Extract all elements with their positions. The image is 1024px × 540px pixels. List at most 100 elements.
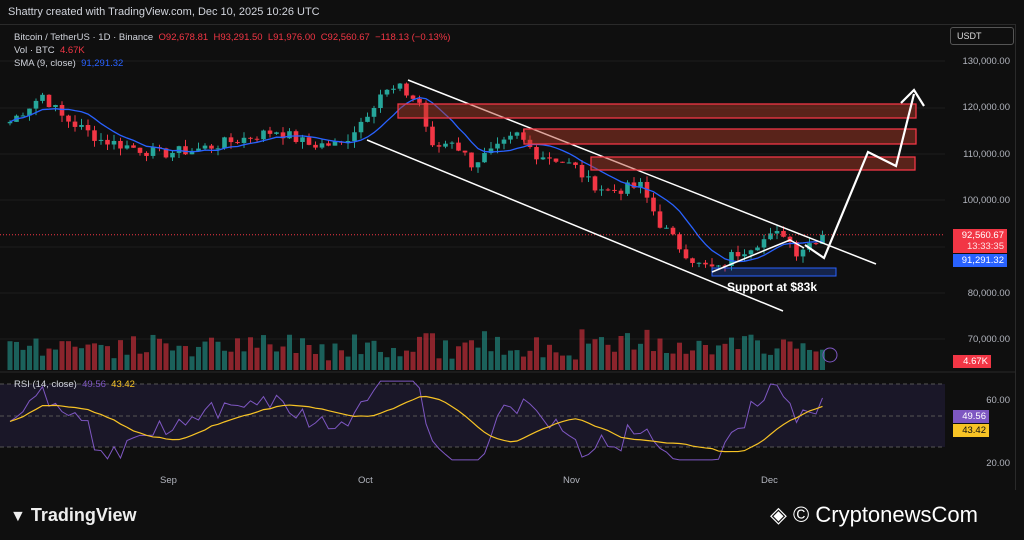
candle [124, 145, 130, 149]
volume-bar [534, 337, 539, 370]
volume-bar [521, 356, 526, 370]
candle [735, 252, 741, 257]
candle [495, 143, 500, 149]
candle [365, 116, 370, 122]
candle [300, 137, 305, 142]
candle [657, 211, 663, 228]
candle [599, 189, 604, 191]
candle [774, 231, 780, 234]
volume-bar [358, 354, 364, 370]
volume-bar [79, 348, 84, 370]
volume-bar [293, 352, 299, 370]
volume-bar [332, 343, 338, 370]
volume-bar [345, 356, 351, 370]
volume-bar [462, 342, 468, 370]
candle [332, 141, 338, 146]
volume-bar [794, 348, 799, 370]
volume-bar [443, 340, 448, 370]
volume-bar [657, 338, 663, 370]
candle [677, 234, 682, 250]
candle [20, 115, 26, 117]
volume-bar [423, 333, 429, 370]
candle [696, 262, 702, 264]
volume-bar [690, 350, 695, 370]
tradingview-logo: ▼ TradingView [10, 505, 137, 525]
candle [274, 132, 279, 134]
volume-bar [501, 354, 507, 370]
support-annotation[interactable]: Support at $83k [727, 280, 817, 294]
sma-label[interactable]: SMA (9, close) [14, 58, 76, 69]
candle [742, 254, 747, 257]
volume-bar [495, 336, 500, 370]
volume-bar [176, 345, 182, 370]
volume-bar [482, 331, 487, 370]
candle [560, 161, 565, 163]
candle [352, 132, 357, 142]
time-tick: Nov [563, 475, 580, 486]
candle [105, 139, 110, 145]
candle [261, 130, 266, 140]
volume-bar [98, 344, 104, 370]
price-chart[interactable] [0, 0, 1024, 540]
volume-bar [618, 335, 624, 370]
volume-bar [670, 353, 676, 370]
volume-bar [274, 351, 279, 370]
volume-bar [625, 333, 630, 370]
volume-bar [638, 343, 643, 370]
volume-bar [59, 341, 65, 370]
volume-bar [313, 353, 318, 370]
symbol-name[interactable]: Bitcoin / TetherUS · 1D · Binance [14, 32, 153, 43]
volume-bar [215, 341, 221, 370]
candle [92, 130, 97, 141]
ohlc-change: −118.13 (−0.13%) [375, 32, 451, 43]
volume-bar [365, 342, 370, 370]
candle [761, 239, 767, 248]
rsi-legend[interactable]: RSI (14, close) 49.56 43.42 [14, 379, 135, 390]
sma-price-tag: 91,291.32 [953, 254, 1007, 267]
price-tick: 120,000.00 [962, 102, 1010, 113]
candle [534, 146, 539, 160]
candle [228, 137, 234, 143]
volume-bar [508, 350, 513, 370]
candle [618, 190, 624, 194]
volume-bar [547, 344, 552, 370]
volume-bar [339, 350, 344, 370]
volume-bar [456, 346, 461, 370]
candle [469, 152, 474, 168]
candle [397, 83, 403, 89]
candle [111, 140, 117, 145]
candle [508, 135, 513, 140]
candle [59, 105, 65, 116]
candle [150, 147, 156, 156]
volume-bar [735, 349, 741, 370]
volume-bar [306, 344, 312, 370]
volume-bar [436, 358, 442, 370]
volume-bar [579, 329, 585, 370]
candle [670, 227, 676, 235]
candle [501, 139, 507, 144]
volume-bar [209, 337, 214, 370]
candle [209, 145, 214, 149]
ohlc-open: O92,678.81 [158, 32, 209, 43]
support-zone [711, 267, 837, 277]
volume-label[interactable]: Vol · BTC [14, 45, 55, 56]
volume-bar [92, 343, 97, 370]
currency-button[interactable]: USDT [950, 27, 1014, 45]
price-tick: 70,000.00 [967, 334, 1010, 345]
price-tick: 110,000.00 [963, 149, 1010, 160]
candle [579, 164, 585, 178]
candle [170, 152, 175, 158]
rsi-tag: 49.56 [953, 410, 989, 423]
volume-bar [813, 351, 819, 370]
volume-bar [235, 338, 240, 370]
volume-bar [254, 347, 260, 370]
candle [131, 145, 136, 148]
volume-bar [417, 336, 422, 370]
volume-bar [300, 338, 305, 370]
volume-bar [651, 351, 656, 370]
candle [755, 247, 760, 251]
rsi-tick: 20.00 [986, 458, 1010, 469]
volume-bar [761, 353, 767, 370]
candle [482, 153, 487, 163]
candle [813, 243, 819, 245]
